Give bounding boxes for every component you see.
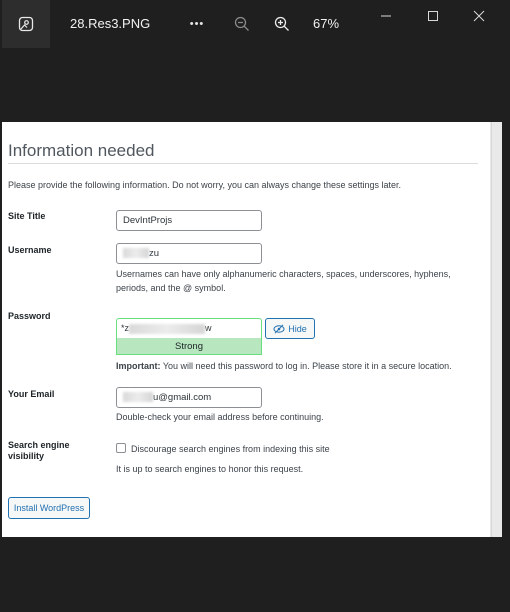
email-input[interactable]: u@gmail.com bbox=[116, 387, 262, 408]
username-value: zu bbox=[149, 248, 160, 259]
hide-button-label: Hide bbox=[288, 323, 307, 334]
more-options-icon[interactable]: ••• bbox=[186, 13, 208, 35]
password-important-note: Important: You will need this password t… bbox=[116, 359, 452, 373]
password-label: Password bbox=[8, 311, 51, 321]
redacted-password-part bbox=[129, 323, 206, 334]
photos-app-button[interactable] bbox=[2, 0, 50, 48]
search-visibility-label: Search engine visibility bbox=[8, 440, 70, 462]
discourage-search-checkbox[interactable] bbox=[116, 443, 126, 453]
close-icon[interactable] bbox=[468, 5, 490, 27]
password-strength-meter: Strong bbox=[116, 338, 262, 355]
site-title-input[interactable]: DevIntProjs bbox=[116, 210, 262, 231]
hide-password-button[interactable]: Hide bbox=[265, 318, 315, 339]
wordpress-install-form: Information needed Please provide the fo… bbox=[2, 122, 490, 537]
minimize-icon[interactable] bbox=[375, 5, 397, 27]
search-visibility-label-line-2: visibility bbox=[8, 451, 45, 461]
important-label: Important: bbox=[116, 361, 161, 371]
page-edge-line bbox=[491, 122, 492, 537]
username-hint-line-1: Usernames can have only alphanumeric cha… bbox=[116, 269, 451, 279]
discourage-search-label[interactable]: Discourage search engines from indexing … bbox=[131, 442, 330, 456]
redacted-username-part bbox=[123, 248, 149, 259]
title-divider bbox=[8, 163, 478, 164]
password-input[interactable]: *z w bbox=[116, 318, 262, 338]
username-label: Username bbox=[8, 245, 52, 255]
search-visibility-label-line-1: Search engine bbox=[8, 440, 70, 450]
site-title-value: DevIntProjs bbox=[123, 215, 173, 226]
zoom-level: 67% bbox=[313, 16, 340, 31]
photos-app-icon bbox=[18, 16, 34, 32]
zoom-out-icon[interactable] bbox=[231, 13, 253, 35]
username-input[interactable]: zu bbox=[116, 243, 262, 264]
redacted-email-part bbox=[123, 392, 153, 403]
zoom-in-icon[interactable] bbox=[271, 13, 293, 35]
email-hint: Double-check your email address before c… bbox=[116, 412, 324, 422]
search-visibility-hint: It is up to search engines to honor this… bbox=[116, 464, 304, 474]
page-title: Information needed bbox=[8, 141, 155, 160]
file-name: 28.Res3.PNG bbox=[70, 16, 151, 31]
email-value: u@gmail.com bbox=[153, 392, 212, 403]
username-hint: Usernames can have only alphanumeric cha… bbox=[116, 267, 451, 295]
password-value-end: w bbox=[205, 323, 212, 333]
password-value-start: *z bbox=[121, 323, 130, 333]
install-wordpress-button[interactable]: Install WordPress bbox=[8, 497, 90, 519]
site-title-label: Site Title bbox=[8, 211, 46, 221]
email-label: Your Email bbox=[8, 389, 55, 399]
eye-slash-icon bbox=[273, 323, 285, 334]
viewer-toolbar: 28.Res3.PNG ••• 67% bbox=[0, 0, 510, 48]
maximize-icon[interactable] bbox=[422, 5, 444, 27]
important-text: You will need this password to log in. P… bbox=[160, 361, 452, 371]
username-hint-line-2: periods, and the @ symbol. bbox=[116, 283, 226, 293]
intro-text: Please provide the following information… bbox=[8, 180, 402, 190]
